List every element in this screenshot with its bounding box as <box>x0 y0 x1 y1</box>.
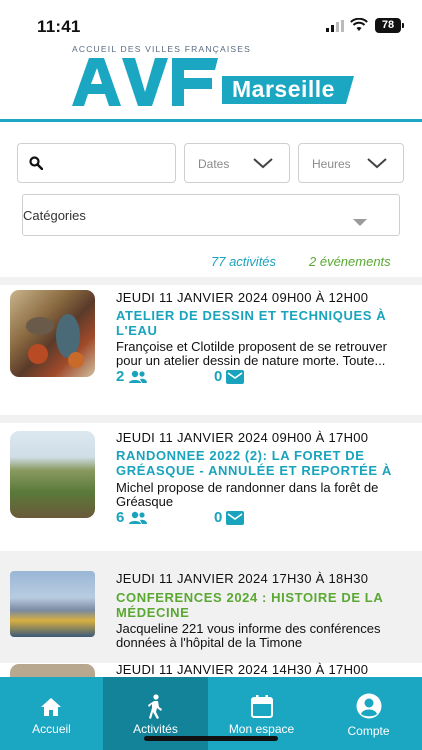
activity-date: JEUDI 11 JANVIER 2024 14H30 À 17H00 <box>116 662 369 677</box>
activity-description: Françoise et Clotilde proposent de se re… <box>116 340 387 368</box>
tab-label: Accueil <box>32 722 71 736</box>
messages-value: 0 <box>214 509 223 526</box>
activity-date: JEUDI 11 JANVIER 2024 09H00 À 12H00 <box>116 290 369 305</box>
home-icon <box>41 698 61 716</box>
home-indicator <box>144 736 278 741</box>
dates-dropdown[interactable]: Dates <box>184 143 290 183</box>
activity-image <box>10 664 95 677</box>
heures-label: Heures <box>312 157 351 171</box>
list-separator <box>0 277 422 285</box>
people-icon <box>129 370 148 383</box>
account-icon <box>356 693 382 719</box>
battery-indicator: 78 <box>375 18 404 33</box>
events-count-link[interactable]: 2 événements <box>309 254 391 269</box>
tab-label: Mon espace <box>228 722 295 736</box>
list-separator <box>0 415 422 423</box>
categories-select[interactable]: Catégories <box>22 194 400 236</box>
search-icon <box>29 156 43 170</box>
event-item[interactable]: JEUDI 11 JANVIER 2024 17H30 À 18H30 CONF… <box>0 561 422 661</box>
tab-compte[interactable]: Compte <box>315 677 422 750</box>
activity-item[interactable]: JEUDI 11 JANVIER 2024 09H00 À 17H00 RAND… <box>0 423 422 558</box>
event-description: Jacqueline 221 vous informe des conféren… <box>116 622 381 650</box>
categories-label: Catégories <box>23 208 86 223</box>
signal-icon <box>326 20 344 32</box>
messages-count[interactable]: 0 <box>214 368 245 385</box>
tab-label: Activités <box>133 722 178 736</box>
event-title[interactable]: CONFERENCES 2024 : HISTOIRE DE LA MÉDECI… <box>116 590 408 620</box>
activity-item[interactable]: JEUDI 11 JANVIER 2024 14H30 À 17H00 <box>0 661 422 677</box>
status-bar: 11:41 78 <box>0 0 422 44</box>
activity-description: Michel propose de randonner dans la forê… <box>116 481 379 509</box>
activities-count-link[interactable]: 77 activités <box>211 254 276 269</box>
participants-count[interactable]: 6 <box>116 509 148 526</box>
messages-count[interactable]: 0 <box>214 509 245 526</box>
people-icon <box>129 511 148 524</box>
activity-image <box>10 431 95 518</box>
logo-tagline: ACCUEIL DES VILLES FRANÇAISES <box>72 44 252 54</box>
activity-image <box>10 290 95 377</box>
avf-logo: ACCUEIL DES VILLES FRANÇAISES Marseille <box>72 44 354 110</box>
caret-down-icon <box>353 219 367 226</box>
dates-label: Dates <box>198 157 230 171</box>
activity-title[interactable]: RANDONNEE 2022 (2): LA FORET DE GRÉASQUE… <box>116 448 408 478</box>
header-divider <box>0 119 422 122</box>
mail-icon <box>226 369 245 384</box>
status-time: 11:41 <box>37 17 81 36</box>
activity-title[interactable]: ATELIER DE DESSIN ET TECHNIQUES À L'EAU <box>116 308 408 338</box>
heures-dropdown[interactable]: Heures <box>298 143 404 183</box>
event-image <box>10 571 95 637</box>
list-separator <box>0 551 422 561</box>
messages-value: 0 <box>214 368 223 385</box>
participants-count[interactable]: 2 <box>116 368 148 385</box>
participants-value: 2 <box>116 368 125 385</box>
calendar-icon <box>251 695 273 718</box>
walking-icon <box>148 694 162 719</box>
activity-item[interactable]: JEUDI 11 JANVIER 2024 09H00 À 12H00 ATEL… <box>0 285 422 415</box>
activity-date: JEUDI 11 JANVIER 2024 09H00 À 17H00 <box>116 430 369 445</box>
search-input[interactable] <box>17 143 176 183</box>
event-date: JEUDI 11 JANVIER 2024 17H30 À 18H30 <box>116 571 369 586</box>
chevron-down-icon <box>253 158 273 169</box>
tab-label: Compte <box>347 724 390 738</box>
wifi-icon <box>350 18 368 31</box>
logo-city: Marseille <box>232 76 335 102</box>
tab-accueil[interactable]: Accueil <box>0 677 103 750</box>
chevron-down-icon <box>367 158 387 169</box>
participants-value: 6 <box>116 509 125 526</box>
mail-icon <box>226 510 245 525</box>
